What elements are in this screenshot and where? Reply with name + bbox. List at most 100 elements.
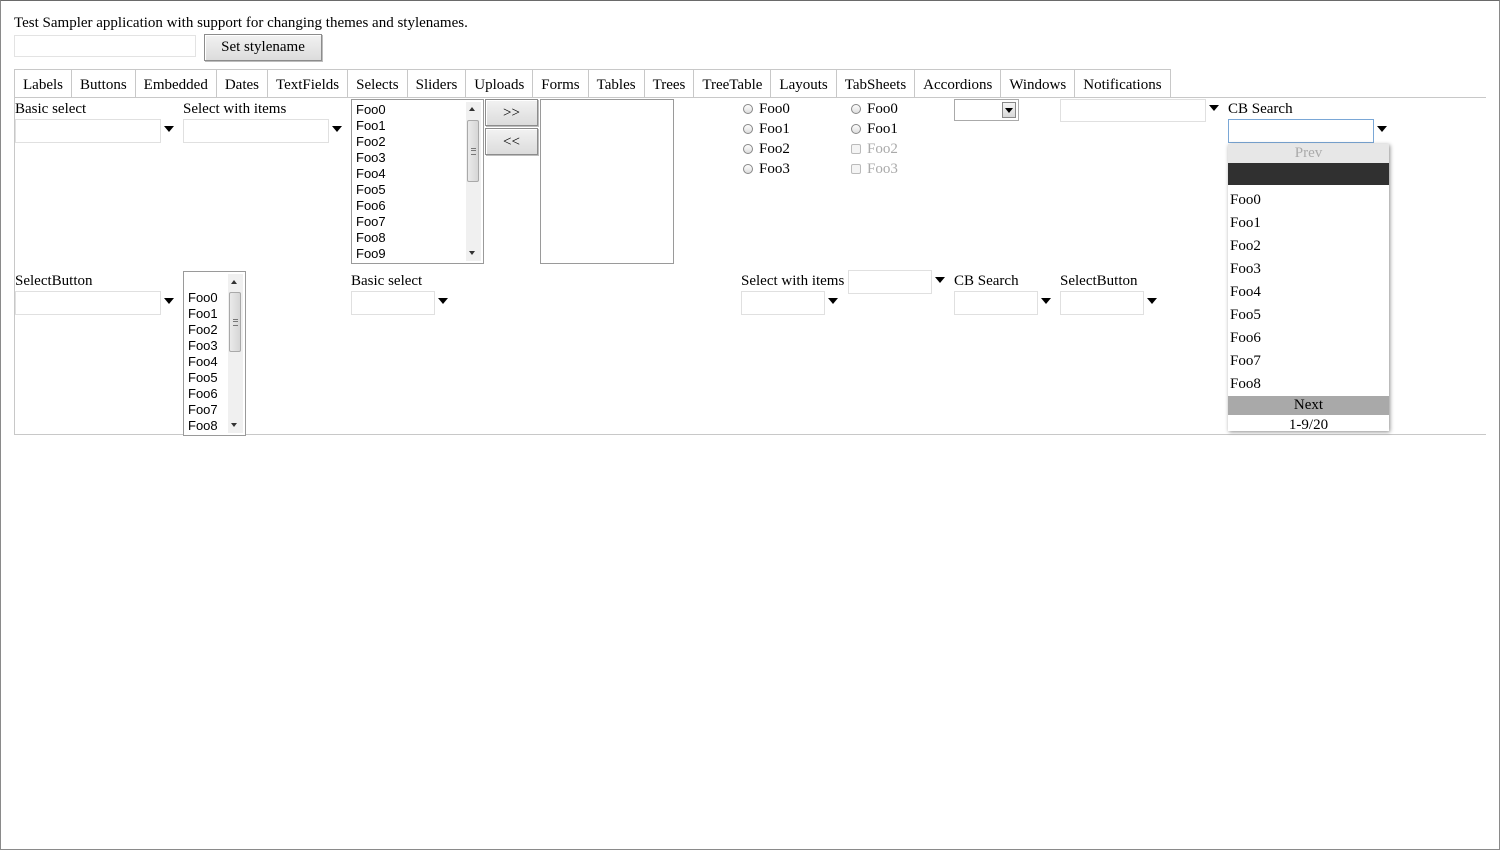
list-item[interactable]: Foo5: [352, 182, 483, 198]
list-item[interactable]: Foo8: [352, 230, 483, 246]
select-with-items-2-input-a[interactable]: [848, 270, 932, 294]
select-with-items-label: Select with items: [183, 101, 287, 117]
radio-option[interactable]: Foo0: [743, 99, 790, 119]
selectbutton-dropdown-icon[interactable]: [164, 298, 174, 304]
scroll-thumb[interactable]: [467, 120, 479, 182]
tab-labels[interactable]: Labels: [14, 70, 71, 98]
radio-icon[interactable]: [851, 124, 861, 134]
radio-group-a: Foo0 Foo1 Foo2 Foo3: [743, 99, 790, 179]
radio-icon[interactable]: [743, 164, 753, 174]
radio-icon[interactable]: [743, 104, 753, 114]
list-item[interactable]: Foo2: [352, 134, 483, 150]
combo-select-dropdown-icon[interactable]: [1209, 105, 1219, 111]
select-with-items-2-dropdown-icon-b[interactable]: [828, 298, 838, 304]
list-item[interactable]: Foo4: [352, 166, 483, 182]
selectbutton-2-dropdown-icon[interactable]: [1147, 298, 1157, 304]
tab-uploads[interactable]: Uploads: [465, 70, 532, 98]
cb-search-2-dropdown-icon[interactable]: [1041, 298, 1051, 304]
tab-treetable[interactable]: TreeTable: [693, 70, 770, 98]
tab-textfields[interactable]: TextFields: [266, 70, 347, 98]
radio-option[interactable]: Foo1: [743, 119, 790, 139]
scroll-down-icon[interactable]: [469, 251, 475, 255]
tab-notifications[interactable]: Notifications: [1074, 70, 1171, 98]
popup-item[interactable]: Foo4: [1228, 281, 1389, 304]
tab-sliders[interactable]: Sliders: [406, 70, 466, 98]
scroll-down-icon[interactable]: [231, 423, 237, 427]
radio-icon[interactable]: [851, 104, 861, 114]
select-with-items-dropdown-icon[interactable]: [332, 126, 342, 132]
radio-option[interactable]: Foo2: [743, 139, 790, 159]
list-item[interactable]: Foo7: [352, 214, 483, 230]
radio-label: Foo1: [867, 120, 898, 137]
tab-selects[interactable]: Selects: [347, 70, 407, 98]
stylename-input[interactable]: [14, 35, 196, 57]
list-scrollbar[interactable]: [466, 102, 481, 261]
radio-icon[interactable]: [743, 144, 753, 154]
combo-select-input[interactable]: [1060, 99, 1206, 122]
popup-item[interactable]: Foo2: [1228, 235, 1389, 258]
move-right-button[interactable]: >>: [485, 99, 538, 126]
radio-group-b: Foo0 Foo1 Foo2 Foo3: [851, 99, 898, 179]
radio-option[interactable]: Foo1: [851, 119, 898, 139]
cb-search-label: CB Search: [1228, 101, 1293, 117]
popup-item[interactable]: Foo3: [1228, 258, 1389, 281]
popup-highlight-row[interactable]: [1228, 163, 1389, 185]
radio-icon[interactable]: [743, 124, 753, 134]
popup-item[interactable]: Foo0: [1228, 189, 1389, 212]
tab-forms[interactable]: Forms: [532, 70, 587, 98]
basic-select-2-dropdown-icon[interactable]: [438, 298, 448, 304]
scroll-up-icon[interactable]: [231, 280, 237, 284]
tab-embedded[interactable]: Embedded: [134, 70, 216, 98]
tab-dates[interactable]: Dates: [215, 70, 267, 98]
tab-windows[interactable]: Windows: [1000, 70, 1074, 98]
cb-search-2-input[interactable]: [954, 291, 1038, 315]
prev-page-button[interactable]: Prev: [1228, 144, 1389, 163]
tab-trees[interactable]: Trees: [643, 70, 694, 98]
tab-accordions[interactable]: Accordions: [914, 70, 1000, 98]
basic-select-dropdown-icon[interactable]: [164, 126, 174, 132]
tab-layouts[interactable]: Layouts: [770, 70, 835, 98]
list-item[interactable]: Foo9: [352, 246, 483, 262]
cb-search-dropdown-icon[interactable]: [1377, 126, 1387, 132]
selectbutton-2-label: SelectButton: [1060, 273, 1138, 289]
select-with-items-2-input-b[interactable]: [741, 291, 825, 315]
popup-item[interactable]: Foo7: [1228, 350, 1389, 373]
small-list[interactable]: Foo0 Foo1 Foo2 Foo3 Foo4 Foo5 Foo6 Foo7 …: [183, 271, 246, 436]
popup-item[interactable]: Foo6: [1228, 327, 1389, 350]
app-description: Test Sampler application with support fo…: [14, 15, 468, 31]
popup-item[interactable]: Foo1: [1228, 212, 1389, 235]
scroll-thumb[interactable]: [229, 292, 241, 352]
basic-select-label: Basic select: [15, 101, 87, 117]
select-with-items-input[interactable]: [183, 119, 329, 143]
radio-option[interactable]: Foo3: [743, 159, 790, 179]
basic-select-input[interactable]: [15, 119, 161, 143]
radio-option-disabled: Foo3: [851, 159, 898, 179]
radio-label: Foo3: [867, 160, 898, 177]
radio-option[interactable]: Foo0: [851, 99, 898, 119]
multi-select-list[interactable]: Foo0 Foo1 Foo2 Foo3 Foo4 Foo5 Foo6 Foo7 …: [351, 99, 484, 264]
list-item[interactable]: Foo3: [352, 150, 483, 166]
next-page-button[interactable]: Next: [1228, 396, 1389, 415]
cb-search-input[interactable]: [1228, 119, 1374, 143]
tab-tabsheets[interactable]: TabSheets: [835, 70, 914, 98]
list-item[interactable]: Foo6: [352, 198, 483, 214]
selectbutton-input[interactable]: [15, 291, 161, 315]
select-with-items-2-dropdown-icon-a[interactable]: [935, 277, 945, 283]
popup-item[interactable]: Foo5: [1228, 304, 1389, 327]
selected-items-list[interactable]: [540, 99, 674, 264]
tab-tables[interactable]: Tables: [587, 70, 644, 98]
select-dropdown-button[interactable]: [1002, 102, 1016, 118]
list-scrollbar[interactable]: [228, 274, 243, 433]
move-left-button[interactable]: <<: [485, 128, 538, 155]
list-item[interactable]: Foo0: [352, 102, 483, 118]
native-select[interactable]: [954, 99, 1019, 121]
set-stylename-button[interactable]: Set stylename: [204, 34, 322, 61]
tab-buttons[interactable]: Buttons: [70, 70, 135, 98]
popup-item[interactable]: Foo8: [1228, 373, 1389, 396]
basic-select-2-input[interactable]: [351, 291, 435, 315]
radio-label: Foo0: [759, 100, 790, 117]
scroll-up-icon[interactable]: [469, 107, 475, 111]
selectbutton-2-input[interactable]: [1060, 291, 1144, 315]
tab-bar: Labels Buttons Embedded Dates TextFields…: [14, 69, 1171, 98]
list-item[interactable]: Foo1: [352, 118, 483, 134]
